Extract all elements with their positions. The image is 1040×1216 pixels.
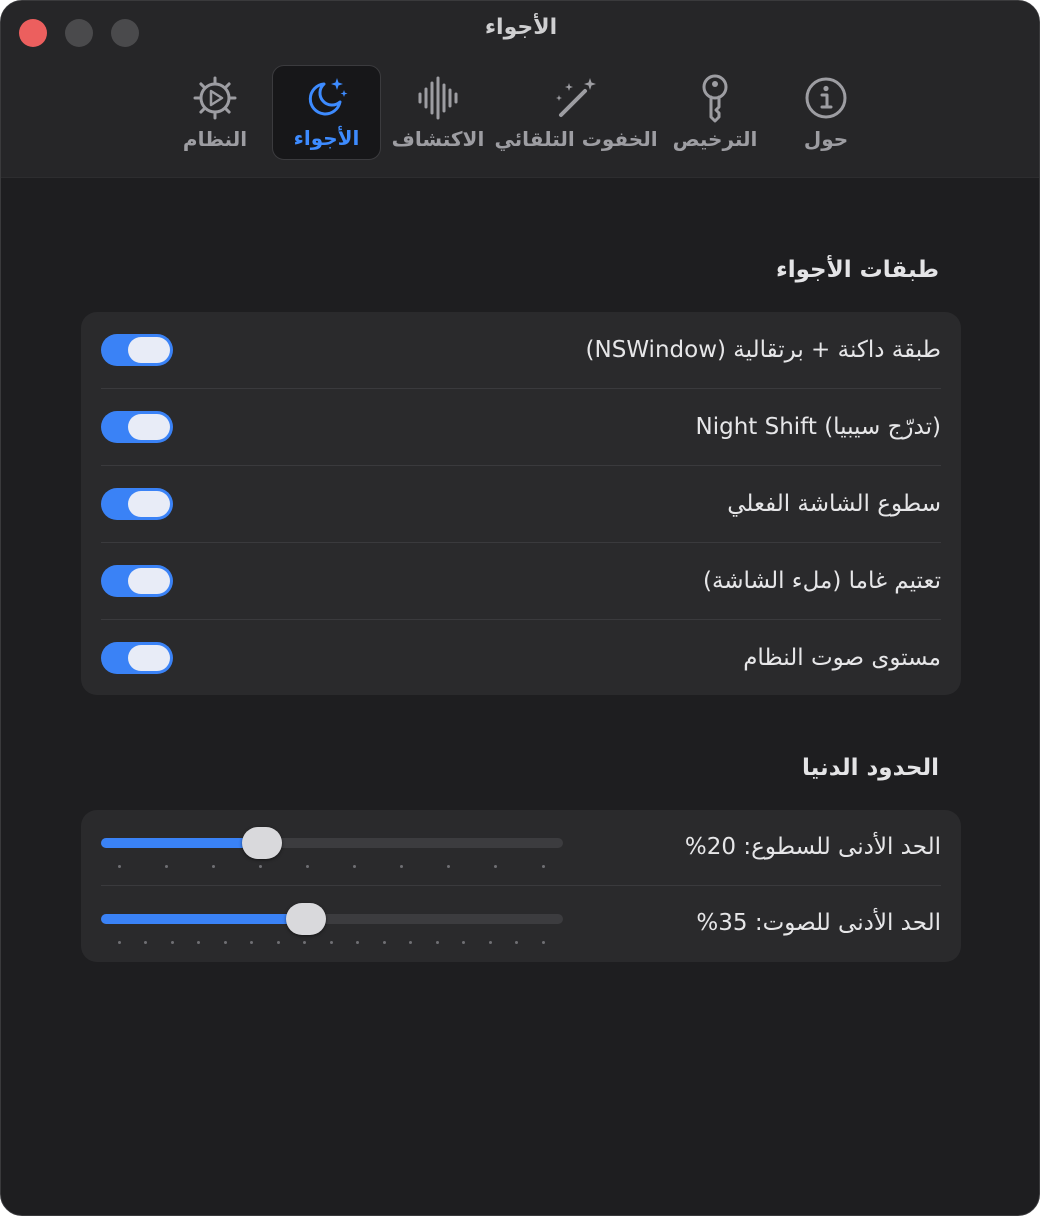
layer-row: طبقة داكنة + برتقالية (NSWindow) xyxy=(101,312,941,389)
tab-auto-dim-label: الخفوت التلقائي xyxy=(494,127,658,151)
tab-system-label: النظام xyxy=(182,127,248,151)
tab-about[interactable]: حول xyxy=(781,67,871,159)
slider-tick xyxy=(117,865,121,868)
slider-tick xyxy=(250,941,253,944)
layer-toggle[interactable] xyxy=(101,411,173,443)
slider-thumb[interactable] xyxy=(241,827,282,859)
slider-tick xyxy=(170,941,174,944)
tab-detection[interactable]: الاكتشاف xyxy=(389,67,487,159)
layer-label: طبقة داكنة + برتقالية (NSWindow) xyxy=(585,337,941,363)
slider-thumb[interactable] xyxy=(285,903,326,935)
layer-label: تعتيم غاما (ملء الشاشة) xyxy=(702,568,941,594)
gear-play-icon xyxy=(190,73,240,123)
slider-tick xyxy=(197,941,200,944)
layer-toggle[interactable] xyxy=(101,565,173,597)
slider-tick xyxy=(541,865,545,868)
slider-tick xyxy=(409,941,412,944)
info-circle-icon xyxy=(801,73,851,123)
layer-label: مستوى صوت النظام xyxy=(743,645,941,671)
volume-min-slider[interactable] xyxy=(101,886,563,963)
magic-wand-icon xyxy=(551,73,601,123)
layer-toggle[interactable] xyxy=(101,488,173,520)
layer-row: Night Shift (تدرّج سيبيا) xyxy=(101,389,941,466)
toggle-knob xyxy=(128,568,170,594)
slider-tick xyxy=(494,865,498,868)
slider-tick xyxy=(303,941,306,944)
toggle-knob xyxy=(128,414,170,440)
slider-tick xyxy=(223,941,227,944)
key-icon xyxy=(690,73,740,123)
slider-track xyxy=(101,914,563,924)
tab-detection-label: الاكتشاف xyxy=(391,127,485,151)
brightness-min-slider[interactable] xyxy=(101,810,563,887)
slider-tick xyxy=(541,941,545,944)
slider-tick xyxy=(164,865,168,868)
slider-tick xyxy=(488,941,492,944)
layer-row: تعتيم غاما (ملء الشاشة) xyxy=(101,543,941,620)
layers-card: طبقة داكنة + برتقالية (NSWindow) Night S… xyxy=(81,312,961,695)
slider-tick xyxy=(117,941,121,944)
slider-tick xyxy=(382,941,386,944)
layer-toggle[interactable] xyxy=(101,642,173,674)
preferences-window: الأجواء النظام الأجواء الاكتشاف الخفوت ا… xyxy=(0,0,1040,1216)
minimums-section-title: الحدود الدنيا xyxy=(802,755,939,781)
toolbar: الأجواء النظام الأجواء الاكتشاف الخفوت ا… xyxy=(1,1,1039,178)
brightness-min-row: الحد الأدنى للسطوع: 20% xyxy=(101,810,941,886)
window-title: الأجواء xyxy=(484,15,558,40)
layer-label: Night Shift (تدرّج سيبيا) xyxy=(695,414,942,440)
slider-tick xyxy=(515,941,518,944)
toggle-knob xyxy=(128,337,170,363)
slider-fill xyxy=(101,838,262,848)
slider-tick xyxy=(211,865,215,868)
toggle-knob xyxy=(128,645,170,671)
layer-row: مستوى صوت النظام xyxy=(101,620,941,697)
tab-license[interactable]: الترخيص xyxy=(667,67,763,159)
slider-fill xyxy=(101,914,306,924)
waveform-icon xyxy=(413,73,463,123)
slider-tick xyxy=(329,941,333,944)
slider-track xyxy=(101,838,563,848)
slider-tick xyxy=(353,865,357,868)
tab-auto-dim[interactable]: الخفوت التلقائي xyxy=(494,67,658,159)
tab-ambience[interactable]: الأجواء xyxy=(272,65,381,160)
tab-system[interactable]: النظام xyxy=(161,67,269,159)
slider-tick xyxy=(435,941,439,944)
slider-tick xyxy=(462,941,465,944)
layer-label: سطوع الشاشة الفعلي xyxy=(727,491,941,517)
slider-tick xyxy=(447,865,451,868)
minimums-card: الحد الأدنى للسطوع: 20% الحد الأدنى للصو… xyxy=(81,810,961,962)
slider-tick xyxy=(144,941,147,944)
layer-toggle[interactable] xyxy=(101,334,173,366)
slider-tick xyxy=(305,865,309,868)
slider-tick xyxy=(356,941,359,944)
layers-section-title: طبقات الأجواء xyxy=(775,257,939,283)
toggle-knob xyxy=(128,491,170,517)
tab-ambience-label: الأجواء xyxy=(293,126,360,150)
tab-license-label: الترخيص xyxy=(672,127,758,151)
volume-min-row: الحد الأدنى للصوت: 35% xyxy=(101,886,941,962)
slider-tick xyxy=(258,865,262,868)
tab-about-label: حول xyxy=(803,127,849,151)
slider-tick xyxy=(400,865,404,868)
moon-stars-icon xyxy=(302,72,352,122)
slider-tick xyxy=(276,941,280,944)
layer-row: سطوع الشاشة الفعلي xyxy=(101,466,941,543)
